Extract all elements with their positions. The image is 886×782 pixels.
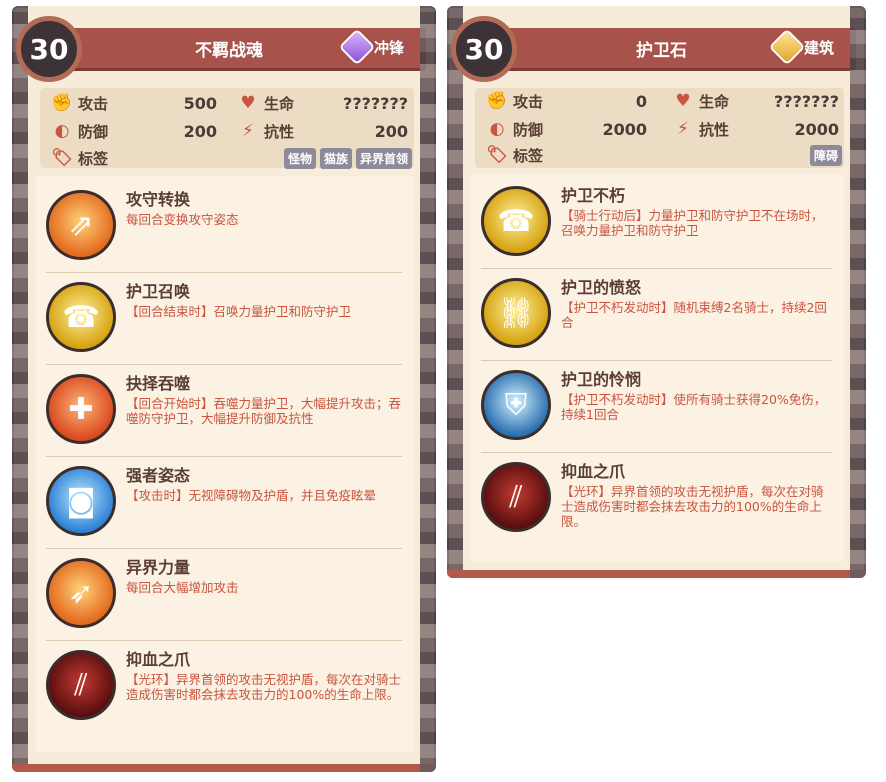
skill-name: 护卫的愤怒 [561, 278, 642, 297]
skill-desc: 【骑士行动后】力量护卫和防守护卫不在场时，召唤力量护卫和防守护卫 [561, 208, 824, 238]
phone-horn-icon: ☎ [46, 282, 116, 352]
skill-name: 抑血之爪 [126, 650, 191, 669]
chain-icon: ⛓ [481, 278, 551, 348]
skill-item[interactable]: ⫽ 抑血之爪 【光环】异界首领的攻击无视护盾，每次在对骑士造成伤害时都会抹去攻击… [46, 640, 402, 732]
tag-chip: 异界首领 [355, 147, 412, 169]
skill-item[interactable]: ☎ 护卫不朽 【骑士行动后】力量护卫和防守护卫不在场时，召唤力量护卫和防守护卫 [481, 176, 832, 269]
sunglasses-icon: ◙ [46, 466, 116, 536]
charge-class-icon [341, 31, 373, 63]
class-badge: 冲锋 [341, 31, 404, 63]
stat-value: 200 [374, 121, 408, 141]
stat-label: 抗性 [699, 120, 730, 139]
skill-desc: 每回合变换攻守姿态 [126, 212, 239, 227]
claw-slash-icon: ⫽ [46, 650, 116, 720]
skill-item[interactable]: ✚ 抉择吞噬 【回合开始时】吞噬力量护卫，大幅提升攻击；吞噬防守护卫，大幅提升防… [46, 364, 402, 457]
stat-life: ♥ 生命 ??????? [238, 90, 408, 116]
fist-icon: ✊ [51, 93, 73, 113]
stat-label: 生命 [699, 92, 730, 111]
skill-desc: 【回合开始时】吞噬力量护卫，大幅提升攻击；吞噬防守护卫，大幅提升防御及抗性 [126, 396, 402, 426]
card-bottom-bar [447, 570, 866, 578]
shield-icon: ◐ [54, 121, 70, 141]
stat-life: ♥ 生命 ??????? [673, 88, 839, 114]
stat-resist: ⚡ 抗性 2000 [673, 116, 839, 142]
tag-label: 标签 [513, 146, 544, 165]
stat-label: 攻击 [513, 92, 544, 111]
skill-desc: 【护卫不朽发动时】使所有骑士获得20%免伤，持续1回合 [561, 392, 827, 422]
building-class-icon [771, 31, 803, 63]
tag-list: 障碍 [809, 144, 842, 166]
tag-icon: 🏷 [51, 148, 73, 168]
tag-row: 🏷 标签 怪物 猫族 异界首领 [51, 146, 412, 170]
shield-icon: ◐ [489, 119, 505, 139]
enemy-card-left: 不羁战魂 冲锋 30 ✊ 攻击 500 ♥ 生命 ??????? ◐ 防御 20… [12, 6, 436, 772]
skill-name: 攻守转换 [126, 190, 191, 209]
enemy-card-right: 护卫石 建筑 30 ✊ 攻击 0 ♥ 生命 ??????? ◐ 防御 2000 … [447, 6, 866, 578]
tag-chip: 猫族 [319, 147, 352, 169]
tag-list: 怪物 猫族 异界首领 [283, 147, 412, 169]
tag-row: 🏷 标签 障碍 [486, 143, 842, 167]
skill-item[interactable]: ⫽ 抑血之爪 【光环】异界首领的攻击无视护盾，每次在对骑士造成伤害时都会抹去攻击… [481, 452, 832, 544]
card-header-banner: 护卫石 建筑 [467, 28, 856, 68]
stat-label: 防御 [513, 120, 544, 139]
skill-name: 抑血之爪 [561, 462, 626, 481]
stat-defense: ◐ 防御 200 [52, 118, 217, 144]
stat-value: 0 [635, 91, 647, 111]
stat-label: 攻击 [78, 94, 109, 113]
card-header-banner: 不羁战魂 冲锋 [32, 28, 426, 68]
class-label: 冲锋 [373, 38, 404, 57]
heart-icon: ♥ [675, 91, 691, 111]
stat-value: ??????? [343, 93, 408, 113]
stat-value: 500 [183, 93, 217, 113]
skill-name: 异界力量 [126, 558, 191, 577]
arrows-burst-icon: ⇗ [46, 190, 116, 260]
skill-name: 护卫召唤 [126, 282, 191, 301]
tag-chip: 怪物 [283, 147, 316, 169]
class-label: 建筑 [803, 38, 834, 57]
skill-name: 护卫的怜悯 [561, 370, 642, 389]
card-bottom-bar [12, 764, 436, 772]
skill-desc: 【光环】异界首领的攻击无视护盾，每次在对骑士造成伤害时都会抹去攻击力的100%的… [561, 484, 824, 529]
skill-desc: 【护卫不朽发动时】随机束缚2名骑士，持续2回合 [561, 300, 827, 330]
heart-plus-icon: ✚ [46, 374, 116, 444]
stat-defense: ◐ 防御 2000 [487, 116, 647, 142]
stat-label: 抗性 [264, 122, 295, 141]
class-badge: 建筑 [771, 31, 834, 63]
stat-resist: ⚡ 抗性 200 [238, 118, 408, 144]
skill-desc: 【回合结束时】召唤力量护卫和防守护卫 [126, 304, 352, 319]
armor-icon: ⛨ [481, 370, 551, 440]
lightning-icon: ⚡ [242, 121, 254, 141]
skill-item[interactable]: ⛓ 护卫的愤怒 【护卫不朽发动时】随机束缚2名骑士，持续2回合 [481, 268, 832, 361]
claw-slash-icon: ⫽ [481, 462, 551, 532]
stat-label: 生命 [264, 94, 295, 113]
stat-attack: ✊ 攻击 0 [486, 88, 647, 114]
skill-item[interactable]: ➶ 异界力量 每回合大幅增加攻击 [46, 548, 402, 641]
skill-name: 抉择吞噬 [126, 374, 191, 393]
skill-item[interactable]: ☎ 护卫召唤 【回合结束时】召唤力量护卫和防守护卫 [46, 272, 402, 365]
skill-item[interactable]: ⛨ 护卫的怜悯 【护卫不朽发动时】使所有骑士获得20%免伤，持续1回合 [481, 360, 832, 453]
tag-icon: 🏷 [486, 145, 508, 165]
heart-icon: ♥ [240, 93, 256, 113]
stat-value: 200 [183, 121, 217, 141]
skill-name: 护卫不朽 [561, 186, 626, 205]
tag-chip: 障碍 [809, 144, 842, 166]
stat-attack: ✊ 攻击 500 [51, 90, 217, 116]
level-badge: 30 [451, 16, 517, 82]
skill-desc: 【攻击时】无视障碍物及护盾，并且免疫眩晕 [126, 488, 377, 503]
stat-value: 2000 [794, 119, 839, 139]
fist-icon: ✊ [486, 91, 508, 111]
power-arrow-icon: ➶ [46, 558, 116, 628]
skill-item[interactable]: ◙ 强者姿态 【攻击时】无视障碍物及护盾，并且免疫眩晕 [46, 456, 402, 549]
stat-value: 2000 [602, 119, 647, 139]
lightning-icon: ⚡ [677, 119, 689, 139]
skill-item[interactable]: ⇗ 攻守转换 每回合变换攻守姿态 [46, 180, 402, 273]
skill-name: 强者姿态 [126, 466, 191, 485]
phone-horn-icon: ☎ [481, 186, 551, 256]
level-badge: 30 [16, 16, 82, 82]
tag-label: 标签 [78, 149, 109, 168]
skill-desc: 每回合大幅增加攻击 [126, 580, 239, 595]
stat-value: ??????? [774, 91, 839, 111]
skill-desc: 【光环】异界首领的攻击无视护盾，每次在对骑士造成伤害时都会抹去攻击力的100%的… [126, 672, 402, 702]
stat-label: 防御 [78, 122, 109, 141]
